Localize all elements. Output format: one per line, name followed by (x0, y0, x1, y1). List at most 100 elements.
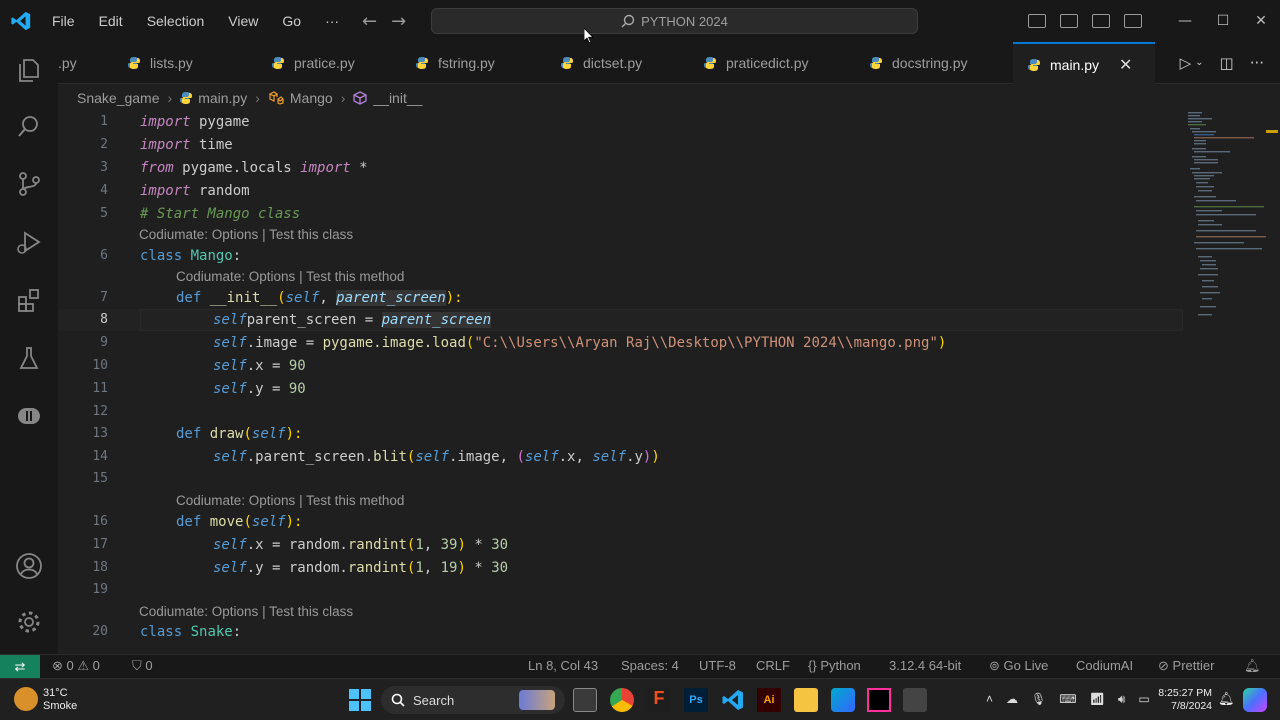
more-actions-icon[interactable]: ··· (1250, 54, 1264, 72)
code-line: 5 # Start Mango class (58, 203, 1183, 225)
windows-start-icon[interactable] (348, 688, 372, 712)
tab-partial[interactable]: .py (58, 42, 77, 84)
breadcrumb-class[interactable]: Mango (290, 90, 333, 106)
keyboard-icon[interactable]: ⌨ (1059, 692, 1076, 707)
split-editor-icon[interactable]: ◫ (1220, 54, 1234, 72)
minimize-button[interactable]: — (1166, 13, 1204, 29)
menu-file[interactable]: File (52, 13, 75, 29)
code-line: 16 def move(self): (58, 511, 1183, 533)
code-line: 17 self.x = random.randint(1, 39) * 30 (58, 534, 1183, 556)
codium-icon[interactable] (15, 402, 43, 430)
prettier-status[interactable]: ⊘ Prettier (1158, 658, 1214, 674)
volume-icon[interactable]: 🔊︎ (1118, 692, 1126, 707)
explorer-icon[interactable] (15, 56, 43, 84)
toggle-primary-sidebar-icon[interactable] (1028, 14, 1046, 28)
line-number: 16 (92, 514, 108, 529)
codelens-options[interactable]: Codiumate: Options (176, 493, 295, 508)
run-dropdown-chevron-icon[interactable]: ⌄ (1195, 57, 1203, 72)
back-arrow-icon[interactable]: ← (362, 11, 377, 32)
run-python-icon[interactable]: ▷ (1180, 54, 1192, 72)
taskbar-search[interactable]: Search (381, 686, 565, 714)
go-live[interactable]: ⊚ Go Live (989, 658, 1048, 674)
wifi-icon[interactable]: 📶︎ (1090, 692, 1105, 707)
problems-status[interactable]: ⊗ 0 ⚠ 0 (52, 658, 100, 674)
tab-docstring[interactable]: docstring.py (870, 42, 967, 84)
photoshop-icon[interactable]: Ps (684, 688, 708, 712)
tab-dictset[interactable]: dictset.py (561, 42, 642, 84)
file-explorer-icon[interactable] (794, 688, 818, 712)
tab-lists[interactable]: lists.py (128, 42, 193, 84)
show-hidden-icons-icon[interactable]: ˄ (986, 692, 993, 707)
menu-selection[interactable]: Selection (147, 13, 205, 29)
python-interpreter[interactable]: 3.12.4 64-bit (889, 658, 961, 673)
figma-icon[interactable]: F (647, 688, 671, 712)
codelens-options[interactable]: Codiumate: Options (139, 227, 258, 242)
account-icon[interactable] (15, 552, 43, 580)
vscode-taskbar-icon[interactable] (721, 688, 745, 712)
code-editor[interactable]: 1 import pygame 2 import time 3 from pygame… (58, 110, 1188, 654)
chrome-icon[interactable] (610, 688, 634, 712)
menu-go[interactable]: Go (282, 13, 301, 29)
close-tab-icon[interactable]: ✕ (1119, 55, 1132, 75)
tab-pratice[interactable]: pratice.py (272, 42, 355, 84)
tab-praticedict[interactable]: praticedict.py (704, 42, 808, 84)
weather-widget[interactable]: 31°C Smoke (43, 687, 77, 713)
maximize-button[interactable]: ☐ (1204, 13, 1242, 29)
breadcrumb-method[interactable]: __init__ (373, 90, 422, 106)
code-text: import random (140, 183, 250, 199)
breadcrumb-file[interactable]: main.py (198, 90, 247, 106)
extensions-icon[interactable] (15, 286, 43, 314)
codelens-options[interactable]: Codiumate: Options (176, 269, 295, 284)
jetbrains-icon[interactable] (867, 688, 891, 712)
close-window-button[interactable]: ✕ (1242, 13, 1280, 29)
codelens-test-class[interactable]: Test this class (269, 604, 353, 619)
cursor-position[interactable]: Ln 8, Col 43 (528, 658, 598, 673)
codiumai-status[interactable]: CodiumAI (1076, 658, 1133, 673)
notifications-bell-icon[interactable]: 🔔︎ (1244, 658, 1261, 674)
source-control-icon[interactable] (15, 170, 43, 198)
microphone-icon[interactable]: 🎙︎ (1031, 692, 1046, 707)
remote-indicator-icon[interactable]: ⇄ (0, 655, 40, 679)
run-debug-icon[interactable] (15, 228, 43, 256)
warning-icon: ⚠ (77, 658, 90, 673)
indentation[interactable]: Spaces: 4 (621, 658, 679, 673)
vscode-logo-icon[interactable] (10, 10, 32, 32)
code-text: self.x = 90 (213, 358, 306, 374)
toggle-secondary-sidebar-icon[interactable] (1092, 14, 1110, 28)
copilot-icon[interactable] (1243, 688, 1267, 712)
ports-status[interactable]: ⛉ 0 (132, 658, 153, 674)
menu-view[interactable]: View (228, 13, 258, 29)
snipping-tool-icon[interactable] (903, 688, 927, 712)
app-icon[interactable] (831, 688, 855, 712)
codelens-test-method[interactable]: Test this method (306, 493, 404, 508)
onedrive-icon[interactable]: ☁ (1006, 692, 1018, 707)
customize-layout-icon[interactable] (1124, 14, 1142, 28)
encoding[interactable]: UTF-8 (699, 658, 736, 673)
weather-icon[interactable] (14, 687, 38, 711)
clock[interactable]: 8:25:27 PM 7/8/2024 (1158, 687, 1212, 713)
codelens-test-class[interactable]: Test this class (269, 227, 353, 242)
illustrator-icon[interactable]: Ai (757, 688, 781, 712)
tab-fstring[interactable]: fstring.py (416, 42, 495, 84)
battery-icon[interactable]: ▭ (1138, 692, 1149, 707)
toggle-panel-icon[interactable] (1060, 14, 1078, 28)
notification-icon[interactable]: 🔔︎ (1218, 691, 1235, 707)
codelens-test-method[interactable]: Test this method (306, 269, 404, 284)
line-number: 8 (100, 312, 108, 327)
line-ending[interactable]: CRLF (756, 658, 790, 673)
command-center-search[interactable]: PYTHON 2024 (431, 8, 918, 34)
task-view-icon[interactable] (573, 688, 597, 712)
code-text: class Mango: (140, 248, 242, 264)
menu-more[interactable]: ··· (325, 13, 339, 29)
settings-gear-icon[interactable] (15, 608, 43, 636)
minimap[interactable] (1188, 110, 1268, 330)
codelens-options[interactable]: Codiumate: Options (139, 604, 258, 619)
language-mode[interactable]: {} Python (808, 658, 861, 673)
menu-edit[interactable]: Edit (99, 13, 123, 29)
tab-main-active[interactable]: main.py ✕ (1013, 42, 1155, 85)
forward-arrow-icon[interactable]: → (391, 11, 406, 32)
breadcrumb-folder[interactable]: Snake_game (77, 90, 160, 106)
chevron-right-icon: › (167, 90, 173, 106)
testing-flask-icon[interactable] (15, 344, 43, 372)
search-sidebar-icon[interactable] (15, 112, 43, 140)
